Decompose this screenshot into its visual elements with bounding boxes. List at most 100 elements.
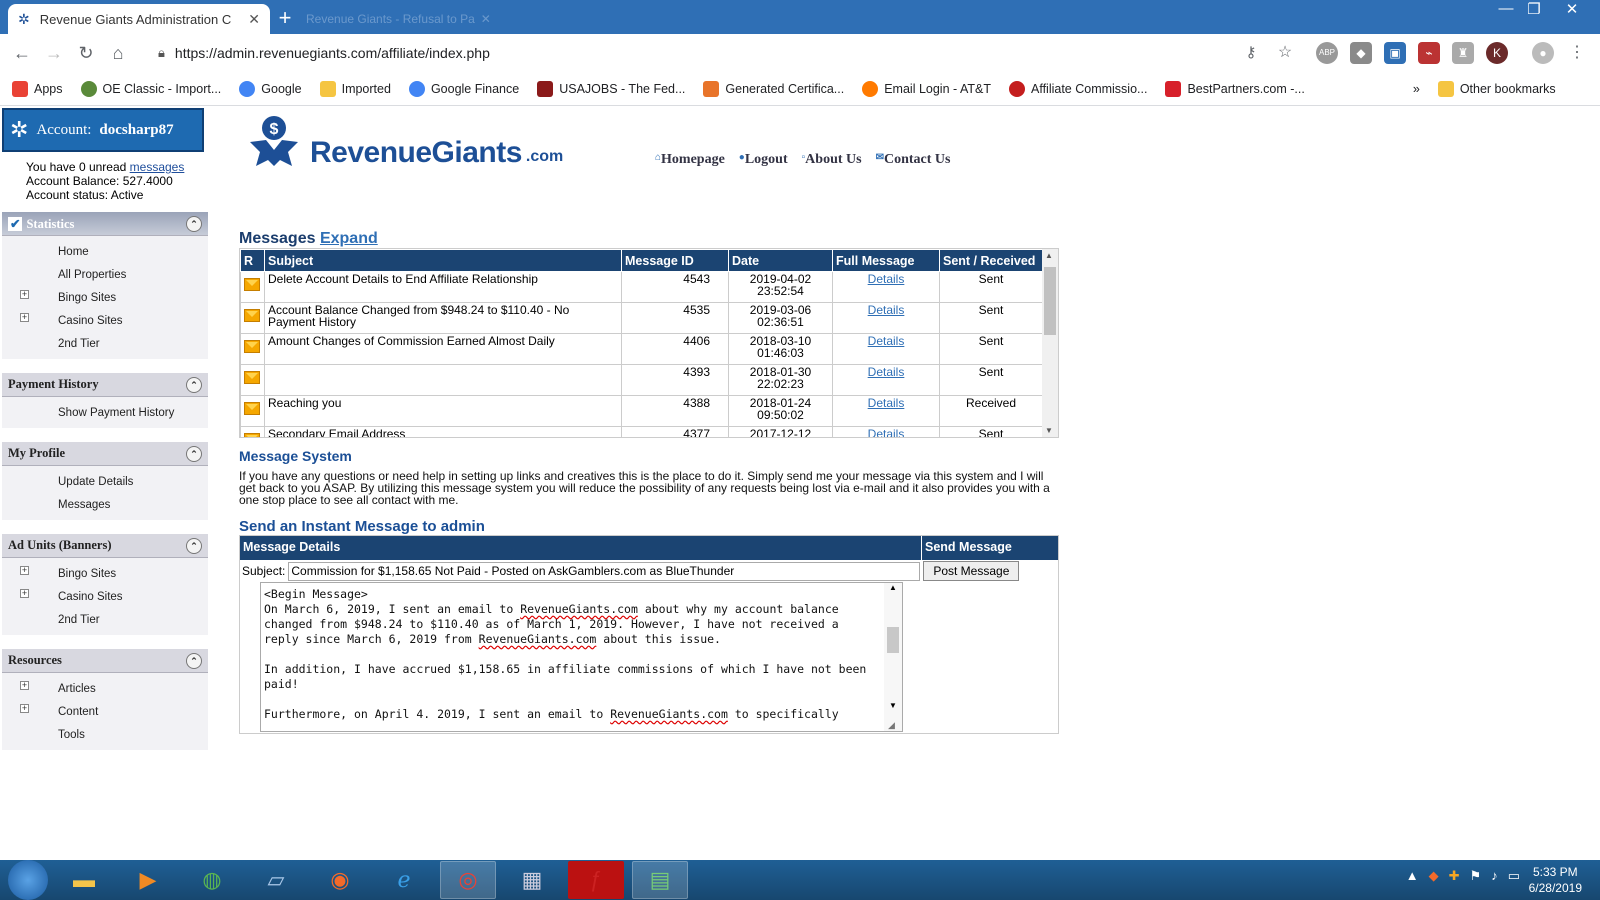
sidebar-item-show-payment-history[interactable]: Show Payment History xyxy=(2,401,208,424)
expand-link[interactable]: Expand xyxy=(320,230,378,247)
message-body-textarea[interactable]: <Begin Message> On March 6, 2019, I sent … xyxy=(260,582,903,732)
sidebar-item-messages[interactable]: Messages xyxy=(2,493,208,516)
tray-app-icon[interactable]: ◆ xyxy=(1429,868,1439,884)
bookmark-apps[interactable]: Apps xyxy=(12,80,63,97)
expand-icon[interactable]: + xyxy=(20,313,29,322)
details-link[interactable]: Details xyxy=(868,272,905,286)
nav-homepage[interactable]: ⌂Homepage xyxy=(655,152,725,168)
key-icon[interactable]: ⚷ xyxy=(1240,42,1262,64)
tab-active[interactable]: ✲ Revenue Giants Administration C ✕ xyxy=(8,4,270,34)
reload-icon[interactable]: ↻ xyxy=(70,43,102,64)
close-tab-icon[interactable]: ✕ xyxy=(248,11,260,28)
column-header[interactable]: R xyxy=(240,249,265,272)
column-header[interactable]: Subject xyxy=(264,249,622,272)
sidebar-item-bingo-sites[interactable]: + Bingo Sites xyxy=(2,286,208,309)
table-row[interactable]: 4393 2018-01-30 22:02:23 Details Sent xyxy=(240,364,1043,396)
menu-icon[interactable]: ⋮ xyxy=(1566,42,1588,64)
sidebar-item-tools[interactable]: Tools xyxy=(2,723,208,746)
details-link[interactable]: Details xyxy=(868,396,905,410)
speaker-icon[interactable]: ♪ xyxy=(1491,868,1498,884)
table-row[interactable]: Reaching you 4388 2018-01-24 09:50:02 Detail… xyxy=(240,395,1043,427)
bookmarks-overflow[interactable]: » xyxy=(1413,82,1420,96)
globe-app-icon[interactable]: ◍ xyxy=(184,861,240,899)
tray-app-icon[interactable]: ✚ xyxy=(1449,868,1460,884)
expand-icon[interactable]: + xyxy=(20,681,29,690)
chrome-icon[interactable]: ◎ xyxy=(440,861,496,899)
bookmark-usajobs[interactable]: USAJOBS - The Fed... xyxy=(537,80,685,97)
sidebar-item-all-properties[interactable]: All Properties xyxy=(2,263,208,286)
messages-table-container[interactable]: R Subject Message ID Date Full Message S… xyxy=(239,248,1059,438)
sidebar-item-articles[interactable]: + Articles xyxy=(2,677,208,700)
messages-link[interactable]: messages xyxy=(130,160,185,174)
site-logo[interactable]: $ RevenueGiants .com xyxy=(242,112,563,170)
app-icon[interactable]: ▤ xyxy=(632,861,688,899)
media-player-icon[interactable]: ▶ xyxy=(120,861,176,899)
close-tab-icon[interactable]: ✕ xyxy=(481,12,491,26)
adblock-icon[interactable]: ABP xyxy=(1316,42,1338,64)
bookmark-affiliate-commission[interactable]: Affiliate Commissio... xyxy=(1008,80,1147,97)
flag-icon[interactable]: ⚑ xyxy=(1470,868,1482,884)
forward-icon[interactable]: → xyxy=(38,43,70,64)
home-icon[interactable]: ⌂ xyxy=(102,43,134,64)
collapse-icon[interactable]: ⌃ xyxy=(186,537,202,554)
extension-icon[interactable]: ♜ xyxy=(1452,42,1474,64)
start-button[interactable] xyxy=(8,860,48,900)
minimize-icon[interactable]: — xyxy=(1492,0,1520,20)
section-ad-units[interactable]: Ad Units (Banners) ⌃ xyxy=(2,534,208,558)
column-header[interactable]: Date xyxy=(728,249,833,272)
bookmark-oe-classic[interactable]: OE Classic - Import... xyxy=(80,80,221,97)
sidebar-item-2nd-tier[interactable]: 2nd Tier xyxy=(2,332,208,355)
subject-input[interactable] xyxy=(288,561,921,581)
scrollbar-thumb[interactable] xyxy=(887,627,899,653)
tray-expand-icon[interactable]: ▲ xyxy=(1406,868,1419,884)
bookmark-imported[interactable]: Imported xyxy=(319,80,391,97)
profile-k-icon[interactable]: K xyxy=(1486,42,1508,64)
section-resources[interactable]: Resources ⌃ xyxy=(2,649,208,673)
collapse-icon[interactable]: ⌃ xyxy=(186,215,202,232)
network-icon[interactable]: ▭ xyxy=(1508,868,1520,884)
column-header[interactable]: Full Message xyxy=(832,249,940,272)
nav-about-us[interactable]: ▫About Us xyxy=(802,152,862,168)
bookmark-google[interactable]: Google xyxy=(239,80,302,97)
sidebar-item-ad-2nd-tier[interactable]: 2nd Tier xyxy=(2,608,208,631)
details-link[interactable]: Details xyxy=(868,365,905,379)
extension-icon[interactable]: ◆ xyxy=(1350,42,1372,64)
star-icon[interactable]: ☆ xyxy=(1274,42,1296,64)
sidebar-item-casino-sites[interactable]: + Casino Sites xyxy=(2,309,208,332)
column-header[interactable]: Message ID xyxy=(621,249,729,272)
back-icon[interactable]: ← xyxy=(6,43,38,64)
section-payment-history[interactable]: Payment History ⌃ xyxy=(2,373,208,397)
collapse-icon[interactable]: ⌃ xyxy=(186,445,202,462)
messages-scrollbar[interactable]: ▲ ▼ xyxy=(1042,249,1058,437)
notepad-icon[interactable]: ▱ xyxy=(248,861,304,899)
collapse-icon[interactable]: ⌃ xyxy=(186,652,202,669)
scroll-up-icon[interactable]: ▲ xyxy=(889,583,897,592)
table-row[interactable]: Amount Changes of Commission Earned Almo… xyxy=(240,333,1043,365)
expand-icon[interactable]: + xyxy=(20,704,29,713)
bookmark-google-finance[interactable]: Google Finance xyxy=(408,80,519,97)
details-link[interactable]: Details xyxy=(868,303,905,317)
calculator-icon[interactable]: ▦ xyxy=(504,861,560,899)
expand-icon[interactable]: + xyxy=(20,589,29,598)
restore-icon[interactable]: ❐ xyxy=(1520,0,1548,20)
post-message-button[interactable]: Post Message xyxy=(923,561,1020,581)
new-tab-button[interactable]: + xyxy=(272,6,298,32)
tab-inactive[interactable]: Revenue Giants - Refusal to Pa ✕ xyxy=(296,6,506,32)
table-row[interactable]: Account Balance Changed from $948.24 to … xyxy=(240,302,1043,334)
sidebar-item-ad-casino-sites[interactable]: + Casino Sites xyxy=(2,585,208,608)
close-window-icon[interactable]: ✕ xyxy=(1558,0,1586,20)
scrollbar-thumb[interactable] xyxy=(1044,267,1056,335)
scroll-up-icon[interactable]: ▲ xyxy=(1045,251,1053,260)
sidebar-item-update-details[interactable]: Update Details xyxy=(2,470,208,493)
section-my-profile[interactable]: My Profile ⌃ xyxy=(2,442,208,466)
details-link[interactable]: Details xyxy=(868,427,905,437)
section-statistics[interactable]: ✔ Statistics ⌃ xyxy=(2,212,208,236)
bookmark-other[interactable]: Other bookmarks xyxy=(1437,80,1556,97)
sidebar-item-home[interactable]: Home xyxy=(2,240,208,263)
firefox-icon[interactable]: ◉ xyxy=(312,861,368,899)
expand-icon[interactable]: + xyxy=(20,566,29,575)
bookmark-bestpartners[interactable]: BestPartners.com -... xyxy=(1165,80,1305,97)
scroll-down-icon[interactable]: ▼ xyxy=(889,701,897,710)
explorer-icon[interactable]: ▬ xyxy=(56,861,112,899)
sidebar-item-content[interactable]: + Content xyxy=(2,700,208,723)
